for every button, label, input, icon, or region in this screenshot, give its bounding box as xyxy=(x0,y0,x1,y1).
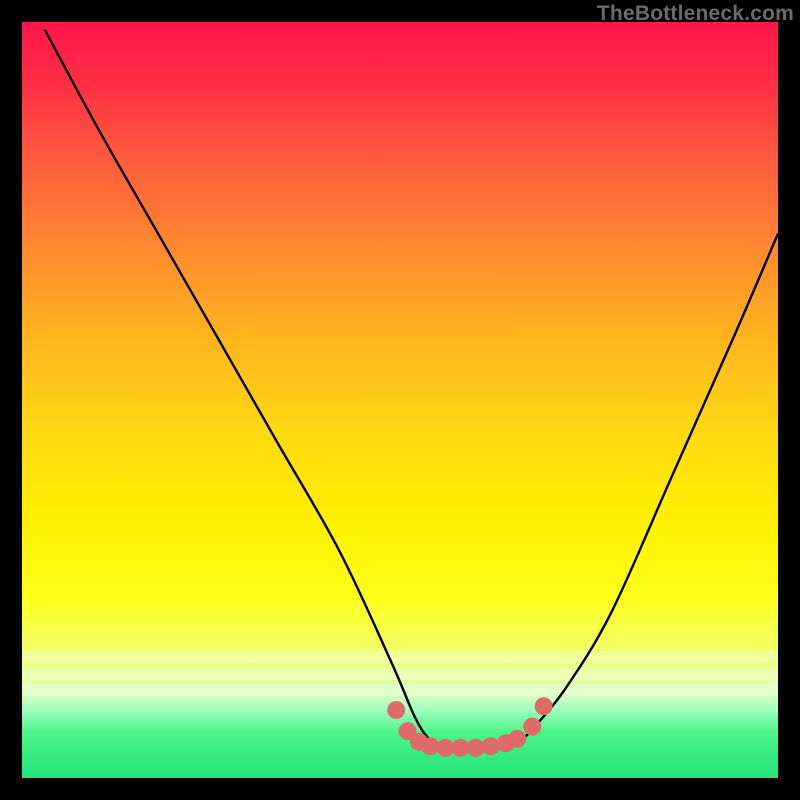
chart-curve-svg xyxy=(22,22,778,778)
chart-marker xyxy=(508,730,526,748)
chart-marker xyxy=(421,737,439,755)
chart-frame xyxy=(22,22,778,778)
watermark-label: TheBottleneck.com xyxy=(597,2,794,26)
chart-markers-group xyxy=(387,697,552,757)
chart-marker xyxy=(482,737,500,755)
chart-marker xyxy=(535,697,553,715)
chart-curve-path xyxy=(45,30,778,749)
chart-marker xyxy=(387,701,405,719)
chart-marker xyxy=(523,718,541,736)
